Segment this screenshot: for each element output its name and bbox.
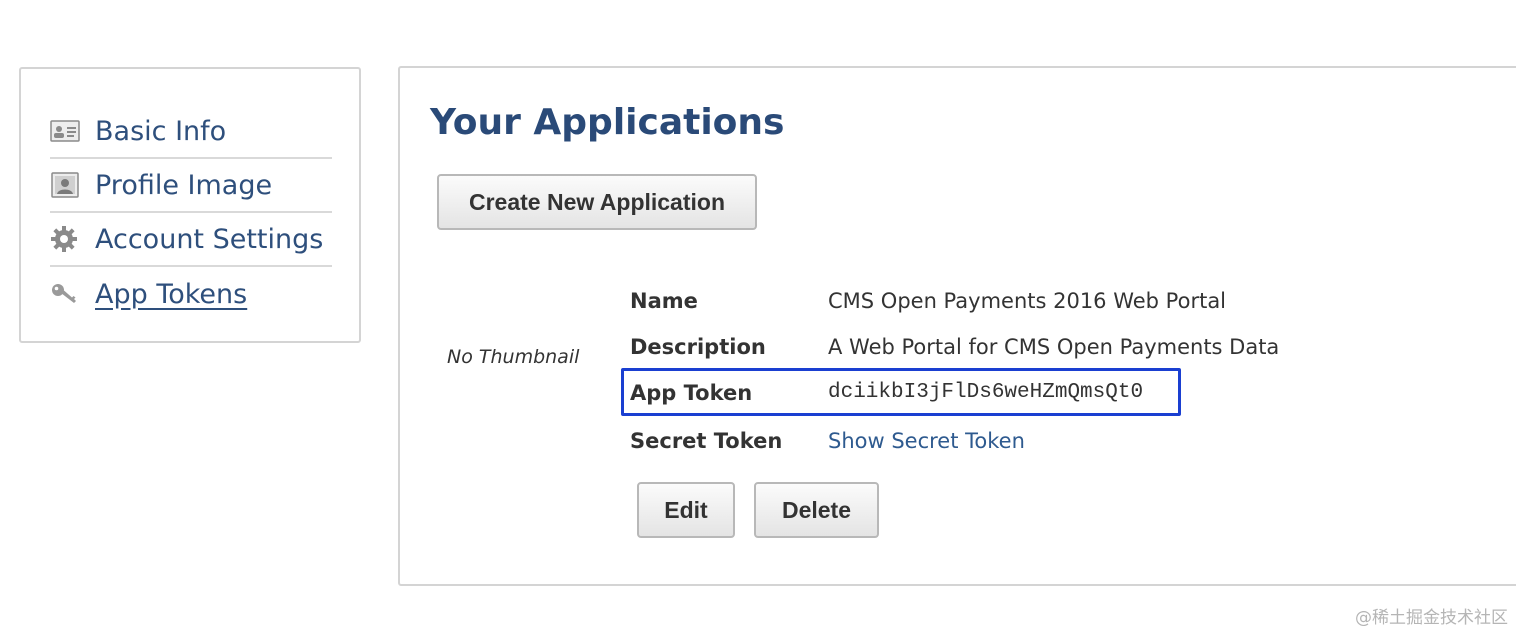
sidebar-item-profile-image[interactable]: Profile Image	[50, 159, 332, 213]
sidebar-item-label[interactable]: Account Settings	[95, 224, 323, 255]
thumbnail-placeholder: No Thumbnail	[447, 346, 580, 368]
app-token-value[interactable]: dciikbI3jFlDs6weHZmQmsQt0	[828, 381, 1143, 404]
sidebar-item-label[interactable]: Basic Info	[95, 116, 226, 147]
name-value: CMS Open Payments 2016 Web Portal	[828, 289, 1227, 313]
sidebar-list: Basic Info Profile Image Account Setting…	[50, 105, 332, 321]
gear-icon	[50, 224, 95, 254]
sidebar: Basic Info Profile Image Account Setting…	[19, 67, 361, 343]
portrait-icon	[50, 170, 95, 200]
create-new-application-button[interactable]: Create New Application	[437, 174, 757, 230]
key-icon	[50, 279, 95, 309]
sidebar-item-basic-info[interactable]: Basic Info	[50, 105, 332, 159]
description-value: A Web Portal for CMS Open Payments Data	[828, 335, 1280, 359]
sidebar-item-label[interactable]: Profile Image	[95, 170, 272, 201]
watermark: @稀土掘金技术社区	[1355, 608, 1508, 628]
edit-button[interactable]: Edit	[637, 482, 735, 538]
show-secret-token-link[interactable]: Show Secret Token	[828, 429, 1025, 453]
sidebar-item-account-settings[interactable]: Account Settings	[50, 213, 332, 267]
app-token-label: App Token	[630, 381, 753, 405]
sidebar-item-app-tokens[interactable]: App Tokens	[50, 267, 332, 321]
description-label: Description	[630, 335, 766, 359]
id-card-icon	[50, 116, 95, 146]
delete-button[interactable]: Delete	[754, 482, 879, 538]
secret-token-label: Secret Token	[630, 429, 783, 453]
name-label: Name	[630, 289, 698, 313]
applications-panel: Your Applications Create New Application…	[398, 66, 1516, 586]
sidebar-item-label[interactable]: App Tokens	[95, 279, 247, 310]
page-title: Your Applications	[430, 102, 785, 143]
